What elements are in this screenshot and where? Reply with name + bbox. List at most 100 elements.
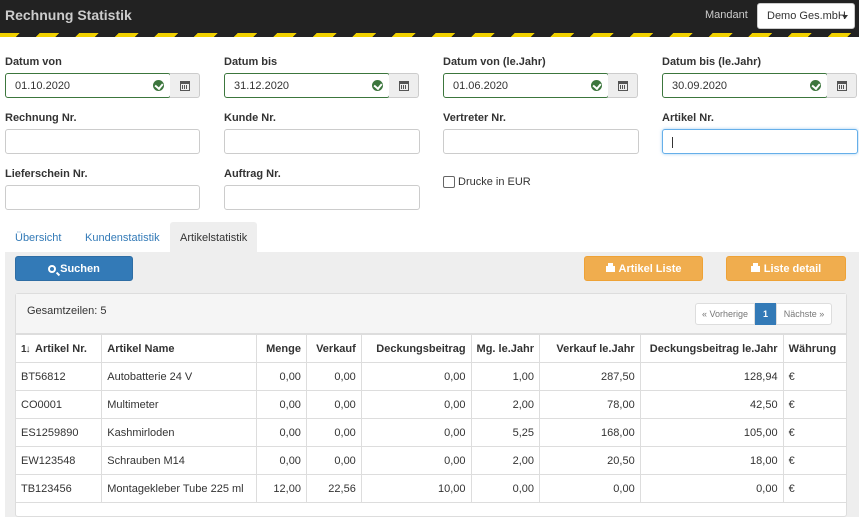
cell-verkauf-le-jahr: 287,50 xyxy=(539,362,641,391)
results-panel: Gesamtzeilen: 5 « Vorherige 1 Nächste » … xyxy=(15,293,847,517)
vertreter-nr-input[interactable] xyxy=(443,129,639,154)
results-header: Gesamtzeilen: 5 « Vorherige 1 Nächste » xyxy=(16,294,846,334)
tab-bar: Übersicht Kundenstatistik Artikelstatist… xyxy=(5,222,859,252)
mandant-dropdown[interactable]: Demo Ges.mbH xyxy=(757,3,855,29)
tab-content-panel: Suchen Artikel Liste Liste detail Gesamt… xyxy=(5,252,859,517)
cell-waehrung: € xyxy=(782,418,846,447)
results-table: 1↓ Artikel Nr. Artikel Name Menge Verkauf… xyxy=(16,334,846,503)
vertreter-nr-label: Vertreter Nr. xyxy=(443,112,506,124)
warning-stripe xyxy=(0,33,859,37)
sort-numeric-icon: 1↓ xyxy=(21,343,31,355)
cell-waehrung: € xyxy=(782,362,846,391)
cell-verkauf: 22,56 xyxy=(305,474,362,503)
cell-mg-le-jahr: 2,00 xyxy=(470,446,541,475)
cell-deckungsbeitrag: 0,00 xyxy=(360,446,472,475)
table-row[interactable]: BT56812 Autobatterie 24 V 0,00 0,00 0,00… xyxy=(16,362,846,391)
cell-deckungsbeitrag-le-jahr: 42,50 xyxy=(639,390,784,419)
datum-bis-value: 31.12.2020 xyxy=(234,80,290,92)
col-mg-le-jahr[interactable]: Mg. le.Jahr xyxy=(470,334,541,363)
col-artikel-nr[interactable]: 1↓ Artikel Nr. xyxy=(16,334,103,363)
print-icon xyxy=(750,263,760,272)
auftrag-nr-label: Auftrag Nr. xyxy=(224,168,281,180)
cell-mg-le-jahr: 0,00 xyxy=(470,474,541,503)
table-row[interactable]: TB123456 Montagekleber Tube 225 ml 12,00… xyxy=(16,474,846,503)
search-button-label: Suchen xyxy=(60,263,100,275)
cell-waehrung: € xyxy=(782,446,846,475)
pagination-prev[interactable]: « Vorherige xyxy=(695,303,755,325)
auftrag-nr-input[interactable] xyxy=(224,185,420,210)
calendar-icon xyxy=(399,81,409,91)
col-artikel-name[interactable]: Artikel Name xyxy=(101,334,258,363)
search-icon xyxy=(48,265,57,273)
cell-artikel-nr: TB123456 xyxy=(16,474,103,503)
datum-bis-input[interactable]: 31.12.2020 xyxy=(224,73,390,98)
datum-bis-vj-label: Datum bis (le.Jahr) xyxy=(662,56,762,68)
table-header-row: 1↓ Artikel Nr. Artikel Name Menge Verkauf… xyxy=(16,334,846,363)
kunde-nr-label: Kunde Nr. xyxy=(224,112,276,124)
cell-menge: 0,00 xyxy=(256,362,307,391)
mandant-value: Demo Ges.mbH xyxy=(767,10,846,22)
check-circle-icon xyxy=(153,80,164,91)
cell-verkauf-le-jahr: 20,50 xyxy=(539,446,641,475)
print-icon xyxy=(605,263,615,272)
col-deckungsbeitrag-le-jahr[interactable]: Deckungsbeitrag le.Jahr xyxy=(639,334,784,363)
mandant-label: Mandant xyxy=(705,9,748,21)
top-navbar: Rechnung Statistik Mandant Demo Ges.mbH xyxy=(0,0,859,33)
cell-deckungsbeitrag: 0,00 xyxy=(360,418,472,447)
pagination-next[interactable]: Nächste » xyxy=(776,303,832,325)
col-waehrung[interactable]: Währung xyxy=(782,334,846,363)
drucke-eur-checkbox[interactable] xyxy=(443,176,455,188)
lieferschein-nr-input[interactable] xyxy=(5,185,200,210)
tab-uebersicht[interactable]: Übersicht xyxy=(15,222,61,252)
col-deckungsbeitrag[interactable]: Deckungsbeitrag xyxy=(360,334,472,363)
cell-verkauf-le-jahr: 0,00 xyxy=(539,474,641,503)
table-row[interactable]: ES1259890 Kashmirloden 0,00 0,00 0,00 5,… xyxy=(16,418,846,447)
cell-menge: 0,00 xyxy=(256,446,307,475)
datum-bis-vj-calendar-button[interactable] xyxy=(827,73,857,98)
cell-mg-le-jahr: 1,00 xyxy=(470,362,541,391)
tab-kundenstatistik[interactable]: Kundenstatistik xyxy=(85,222,160,252)
datum-von-vj-input[interactable]: 01.06.2020 xyxy=(443,73,609,98)
table-row[interactable]: CO0001 Multimeter 0,00 0,00 0,00 2,00 78… xyxy=(16,390,846,419)
cell-menge: 0,00 xyxy=(256,390,307,419)
rechnung-nr-input[interactable] xyxy=(5,129,200,154)
datum-bis-label: Datum bis xyxy=(224,56,278,68)
search-button[interactable]: Suchen xyxy=(15,256,133,281)
datum-von-vj-calendar-button[interactable] xyxy=(608,73,638,98)
check-circle-icon xyxy=(810,80,821,91)
cell-artikel-nr: CO0001 xyxy=(16,390,103,419)
cell-artikel-nr: EW123548 xyxy=(16,446,103,475)
datum-von-vj-value: 01.06.2020 xyxy=(453,80,509,92)
datum-bis-vj-value: 30.09.2020 xyxy=(672,80,728,92)
total-rows-label: Gesamtzeilen: 5 xyxy=(27,305,107,317)
artikel-liste-button[interactable]: Artikel Liste xyxy=(584,256,703,281)
cell-mg-le-jahr: 5,25 xyxy=(470,418,541,447)
pagination-page-1[interactable]: 1 xyxy=(755,303,776,325)
artikel-nr-label: Artikel Nr. xyxy=(662,112,714,124)
caret-down-icon xyxy=(842,15,848,19)
col-verkauf-le-jahr[interactable]: Verkauf le.Jahr xyxy=(539,334,641,363)
col-verkauf[interactable]: Verkauf xyxy=(305,334,362,363)
liste-detail-button[interactable]: Liste detail xyxy=(726,256,846,281)
cell-verkauf-le-jahr: 78,00 xyxy=(539,390,641,419)
kunde-nr-input[interactable] xyxy=(224,129,420,154)
datum-von-input[interactable]: 01.10.2020 xyxy=(5,73,171,98)
cell-waehrung: € xyxy=(782,474,846,503)
cell-deckungsbeitrag-le-jahr: 18,00 xyxy=(639,446,784,475)
cell-artikel-nr: ES1259890 xyxy=(16,418,103,447)
tab-artikelstatistik[interactable]: Artikelstatistik xyxy=(170,222,257,252)
table-row[interactable]: EW123548 Schrauben M14 0,00 0,00 0,00 2,… xyxy=(16,446,846,475)
cell-verkauf: 0,00 xyxy=(305,390,362,419)
drucke-eur-label: Drucke in EUR xyxy=(458,176,531,188)
datum-bis-calendar-button[interactable] xyxy=(389,73,419,98)
datum-von-calendar-button[interactable] xyxy=(170,73,200,98)
cell-deckungsbeitrag: 0,00 xyxy=(360,362,472,391)
cell-deckungsbeitrag: 0,00 xyxy=(360,390,472,419)
col-menge[interactable]: Menge xyxy=(256,334,307,363)
datum-bis-vj-input[interactable]: 30.09.2020 xyxy=(662,73,828,98)
artikel-nr-input[interactable] xyxy=(662,129,858,154)
cell-verkauf: 0,00 xyxy=(305,362,362,391)
artikel-liste-label: Artikel Liste xyxy=(618,263,682,275)
cell-deckungsbeitrag-le-jahr: 128,94 xyxy=(639,362,784,391)
cell-artikel-name: Schrauben M14 xyxy=(101,446,258,475)
